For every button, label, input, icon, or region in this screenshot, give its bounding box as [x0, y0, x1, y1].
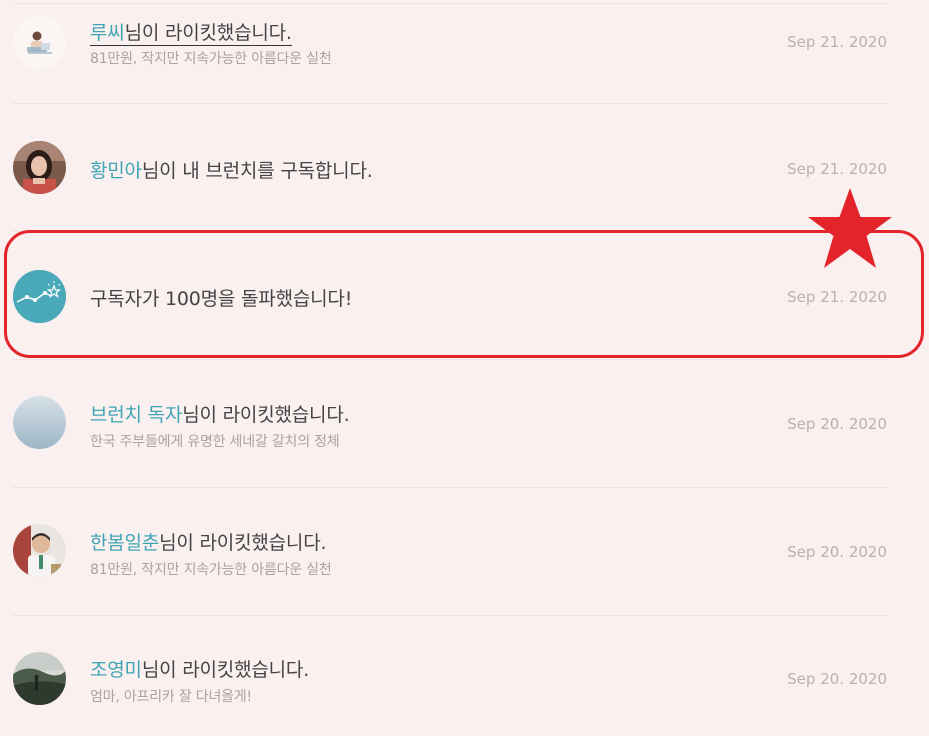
milestone-text: 구독자가 100명을 돌파했습니다!: [90, 288, 353, 310]
notification-date: Sep 21. 2020: [787, 288, 887, 306]
user-name-link[interactable]: 한봄일춘: [90, 532, 159, 554]
default-gradient-avatar[interactable]: [13, 396, 66, 449]
notification-item[interactable]: 한봄일춘님이 라이킷했습니다. 81만원, 작지만 지속가능한 아름다운 실천 …: [0, 488, 929, 616]
laptop-woman-icon[interactable]: [13, 16, 66, 69]
red-star-icon: [808, 188, 892, 268]
notification-item[interactable]: 조영미님이 라이킷했습니다. 엄마, 아프리카 잘 다녀올게! Sep 20. …: [0, 616, 929, 736]
article-title-link[interactable]: 엄마, 아프리카 잘 다녀올게!: [90, 686, 252, 706]
woman-photo[interactable]: [13, 141, 66, 194]
notification-item[interactable]: 브런치 독자님이 라이킷했습니다. 한국 주부들에게 유명한 세네갈 갈치의 정…: [0, 360, 929, 488]
notification-date: Sep 21. 2020: [787, 33, 887, 51]
action-text: 님이 라이킷했습니다.: [159, 532, 327, 554]
user-name-link[interactable]: 브런치 독자: [90, 404, 182, 426]
notification-text: 황민아님이 내 브런치를 구독합니다.: [90, 156, 373, 183]
notification-text: 조영미님이 라이킷했습니다.: [90, 655, 309, 682]
article-title-link[interactable]: 81만원, 작지만 지속가능한 아름다운 실천: [90, 48, 332, 68]
user-name-link[interactable]: 조영미: [90, 659, 142, 681]
action-text: 님이 내 브런치를 구독합니다.: [141, 160, 373, 182]
notification-date: Sep 20. 2020: [787, 670, 887, 688]
notification-item-milestone[interactable]: 구독자가 100명을 돌파했습니다! Sep 21. 2020: [0, 232, 929, 360]
notification-date: Sep 20. 2020: [787, 543, 887, 561]
action-text[interactable]: 님이 라이킷했습니다.: [125, 22, 292, 44]
notification-text: 루씨님이 라이킷했습니다.: [90, 18, 292, 46]
user-name-link[interactable]: 루씨: [90, 22, 125, 44]
milestone-chart-icon: [13, 270, 66, 323]
notification-text: 한봄일춘님이 라이킷했습니다.: [90, 528, 327, 555]
notification-text: 브런치 독자님이 라이킷했습니다.: [90, 400, 350, 427]
landscape-photo[interactable]: [13, 652, 66, 705]
action-text: 님이 라이킷했습니다.: [141, 659, 310, 681]
man-photo[interactable]: [13, 524, 66, 577]
notification-date: Sep 21. 2020: [787, 160, 887, 178]
article-title-link[interactable]: 81만원, 작지만 지속가능한 아름다운 실천: [90, 559, 332, 579]
article-title-link[interactable]: 한국 주부들에게 유명한 세네갈 갈치의 정체: [90, 431, 340, 451]
user-name-link[interactable]: 황민아: [90, 160, 142, 182]
notification-item[interactable]: 황민아님이 내 브런치를 구독합니다. Sep 21. 2020: [0, 104, 929, 232]
notification-date: Sep 20. 2020: [787, 415, 887, 433]
notification-feed: 루씨님이 라이킷했습니다. 81만원, 작지만 지속가능한 아름다운 실천 Se…: [0, 0, 929, 719]
notification-item[interactable]: 루씨님이 라이킷했습니다. 81만원, 작지만 지속가능한 아름다운 실천 Se…: [0, 0, 929, 120]
action-text: 님이 라이킷했습니다.: [182, 404, 350, 426]
